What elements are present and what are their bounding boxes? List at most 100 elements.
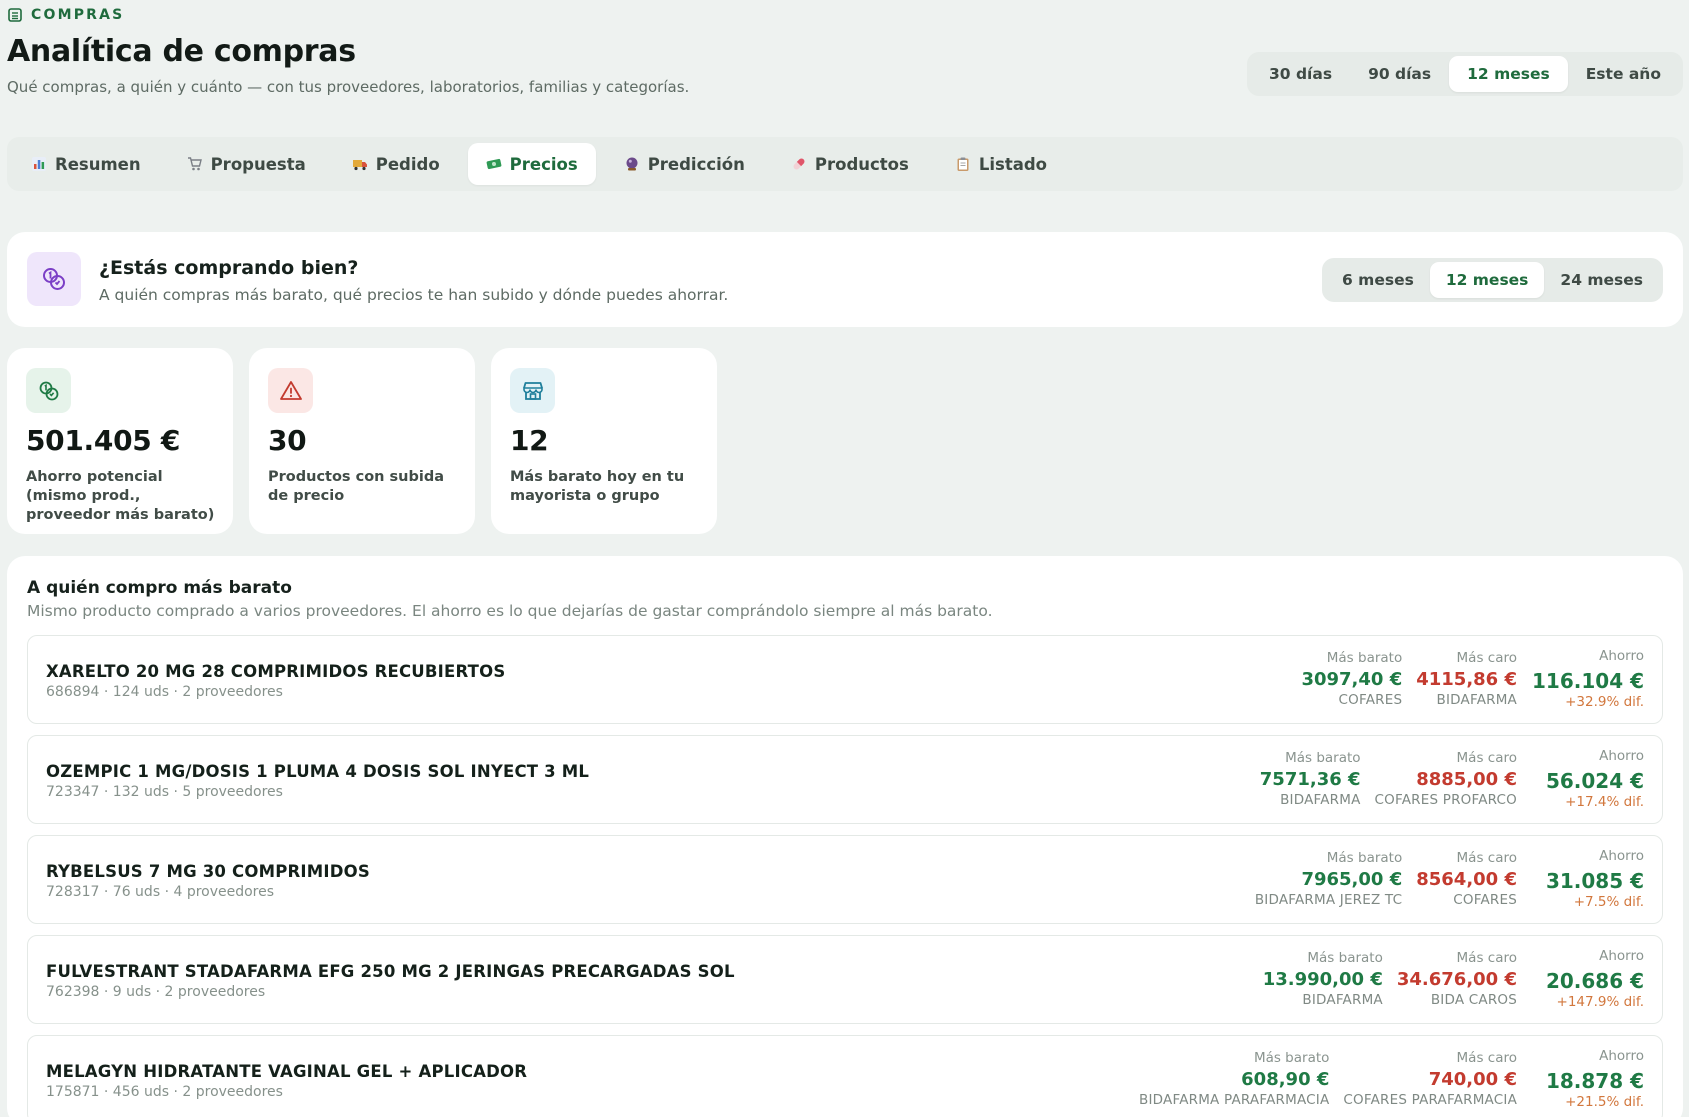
- cheapest-price: 3097,40 €: [1301, 669, 1403, 690]
- product-row[interactable]: XARELTO 20 MG 28 COMPRIMIDOS RECUBIERTOS…: [27, 635, 1663, 724]
- kpi-label: Productos con subida de precio: [268, 469, 445, 504]
- eyebrow-label: COMPRAS: [31, 7, 125, 23]
- product-name: MELAGYN HIDRATANTE VAGINAL GEL + APLICAD…: [46, 1062, 528, 1081]
- product-row[interactable]: OZEMPIC 1 MG/DOSIS 1 PLUMA 4 DOSIS SOL I…: [27, 735, 1663, 824]
- cheapest-caption: Más barato: [1326, 850, 1403, 866]
- price-compare: Más barato 608,90 € BIDAFARMA PARAFARMAC…: [1139, 1050, 1517, 1110]
- cart-icon: [187, 157, 202, 171]
- cheapest-supplier: BIDAFARMA JEREZ TC: [1254, 892, 1403, 908]
- register-icon: [8, 8, 22, 22]
- truck-icon: [352, 160, 367, 171]
- price-compare: Más barato 13.990,00 € BIDAFARMA Más car…: [1263, 950, 1517, 1010]
- tab-productos[interactable]: Productos: [773, 143, 927, 185]
- warning-icon: [279, 380, 302, 400]
- period-12-months[interactable]: 12 meses: [1449, 56, 1568, 92]
- tab-listado[interactable]: Listado: [937, 143, 1065, 185]
- expensive-column: Más caro 740,00 € COFARES PARAFARMACIA: [1343, 1050, 1517, 1110]
- cheapest-supplier: BIDAFARMA: [1280, 792, 1361, 808]
- product-row[interactable]: RYBELSUS 7 MG 30 COMPRIMIDOS 728317 · 76…: [27, 835, 1663, 924]
- tab-resumen[interactable]: Resumen: [13, 143, 159, 185]
- cheapest-price: 13.990,00 €: [1262, 969, 1383, 990]
- expensive-supplier: BIDAFARMA: [1436, 692, 1517, 708]
- pricing-hero-card: ¿Estás comprando bien? A quién compras m…: [7, 232, 1683, 327]
- tab-pedido[interactable]: Pedido: [334, 143, 458, 185]
- saving-amount: 18.878 €: [1545, 1069, 1644, 1093]
- expensive-column: Más caro 8564,00 € COFARES: [1416, 850, 1517, 910]
- cheapest-supplier-panel: A quién compro más barato Mismo producto…: [7, 556, 1683, 1117]
- cheapest-column: Más barato 13.990,00 € BIDAFARMA: [1263, 950, 1383, 1010]
- bar-chart-icon: [32, 157, 46, 171]
- expensive-price: 8564,00 €: [1416, 869, 1517, 890]
- cheapest-caption: Más barato: [1285, 750, 1361, 766]
- pill-icon: [793, 158, 805, 170]
- tab-bar: Resumen Propuesta Pedido Precios Predicc…: [7, 137, 1683, 191]
- cheapest-supplier: BIDAFARMA: [1302, 992, 1383, 1008]
- money-icon: [486, 158, 502, 170]
- saving-column: Ahorro 18.878 € +21.5% dif.: [1546, 1048, 1644, 1114]
- kpi-value: 12: [510, 424, 549, 457]
- page-subtitle: Qué compras, a quién y cuánto — con tus …: [7, 78, 690, 96]
- product-row[interactable]: MELAGYN HIDRATANTE VAGINAL GEL + APLICAD…: [27, 1035, 1663, 1117]
- tab-label: Listado: [978, 154, 1047, 174]
- cheapest-price: 7965,00 €: [1301, 869, 1403, 890]
- tab-prediccion[interactable]: Predicción: [606, 143, 763, 185]
- range-selector: 6 meses 12 meses 24 meses: [1322, 258, 1663, 302]
- expensive-caption: Más caro: [1456, 750, 1517, 766]
- expensive-price: 34.676,00 €: [1396, 969, 1517, 990]
- tab-precios[interactable]: Precios: [467, 143, 596, 185]
- panel-subtitle: Mismo producto comprado a varios proveed…: [27, 602, 993, 620]
- kpi-icon-box: [26, 368, 71, 413]
- expensive-supplier: COFARES PROFARCO: [1374, 792, 1517, 808]
- tab-label: Precios: [509, 154, 578, 174]
- range-24-months[interactable]: 24 meses: [1544, 262, 1659, 298]
- hero-icon-box: [27, 252, 81, 306]
- cheapest-supplier: COFARES: [1338, 692, 1403, 708]
- cheapest-caption: Más barato: [1326, 650, 1403, 666]
- saving-caption: Ahorro: [1599, 648, 1644, 664]
- expensive-price: 740,00 €: [1428, 1069, 1517, 1090]
- crystal-ball-icon: [626, 157, 638, 171]
- saving-amount: 20.686 €: [1545, 969, 1644, 993]
- cheapest-caption: Más barato: [1253, 1050, 1330, 1066]
- expensive-supplier: BIDA CAROS: [1430, 992, 1517, 1008]
- store-icon: [522, 381, 543, 400]
- saving-diff: +147.9% dif.: [1556, 994, 1644, 1010]
- range-12-months[interactable]: 12 meses: [1429, 262, 1545, 298]
- period-30-days[interactable]: 30 días: [1251, 56, 1350, 92]
- product-meta: 175871 · 456 uds · 2 proveedores: [46, 1084, 283, 1100]
- kpi-icon-box: [268, 368, 313, 413]
- period-90-days[interactable]: 90 días: [1350, 56, 1449, 92]
- product-row[interactable]: FULVESTRANT STADAFARMA EFG 250 MG 2 JERI…: [27, 935, 1663, 1024]
- kpi-icon-box: [510, 368, 555, 413]
- kpi-potential-saving: 501.405 € Ahorro potencial (mismo prod.,…: [7, 348, 233, 534]
- cheapest-supplier: BIDAFARMA PARAFARMACIA: [1139, 1092, 1330, 1108]
- panel-title: A quién compro más barato: [27, 578, 292, 598]
- cheapest-column: Más barato 7965,00 € BIDAFARMA JEREZ TC: [1255, 850, 1402, 910]
- expensive-column: Más caro 4115,86 € BIDAFARMA: [1416, 650, 1517, 710]
- period-this-year[interactable]: Este año: [1568, 56, 1679, 92]
- saving-amount: 56.024 €: [1545, 769, 1644, 793]
- saving-diff: +17.4% dif.: [1565, 794, 1644, 810]
- price-compare: Más barato 3097,40 € COFARES Más caro 41…: [1301, 650, 1517, 710]
- product-name: XARELTO 20 MG 28 COMPRIMIDOS RECUBIERTOS: [46, 662, 506, 681]
- expensive-caption: Más caro: [1456, 950, 1517, 966]
- expensive-caption: Más caro: [1456, 850, 1517, 866]
- price-compare: Más barato 7965,00 € BIDAFARMA JEREZ TC …: [1255, 850, 1517, 910]
- saving-column: Ahorro 56.024 € +17.4% dif.: [1546, 748, 1644, 814]
- page-title: Analítica de compras: [7, 34, 356, 69]
- coins-icon: [39, 381, 58, 400]
- product-name: OZEMPIC 1 MG/DOSIS 1 PLUMA 4 DOSIS SOL I…: [46, 762, 590, 781]
- expensive-supplier: COFARES: [1453, 892, 1517, 908]
- saving-column: Ahorro 20.686 € +147.9% dif.: [1546, 948, 1644, 1014]
- saving-caption: Ahorro: [1599, 948, 1644, 964]
- saving-caption: Ahorro: [1599, 748, 1644, 764]
- saving-amount: 116.104 €: [1532, 669, 1644, 693]
- saving-caption: Ahorro: [1599, 848, 1644, 864]
- saving-diff: +32.9% dif.: [1565, 694, 1644, 710]
- cheapest-caption: Más barato: [1307, 950, 1383, 966]
- tab-label: Predicción: [647, 154, 745, 174]
- range-6-months[interactable]: 6 meses: [1326, 262, 1430, 298]
- tab-propuesta[interactable]: Propuesta: [169, 143, 324, 185]
- expensive-caption: Más caro: [1456, 1050, 1517, 1066]
- product-meta: 728317 · 76 uds · 4 proveedores: [46, 884, 275, 900]
